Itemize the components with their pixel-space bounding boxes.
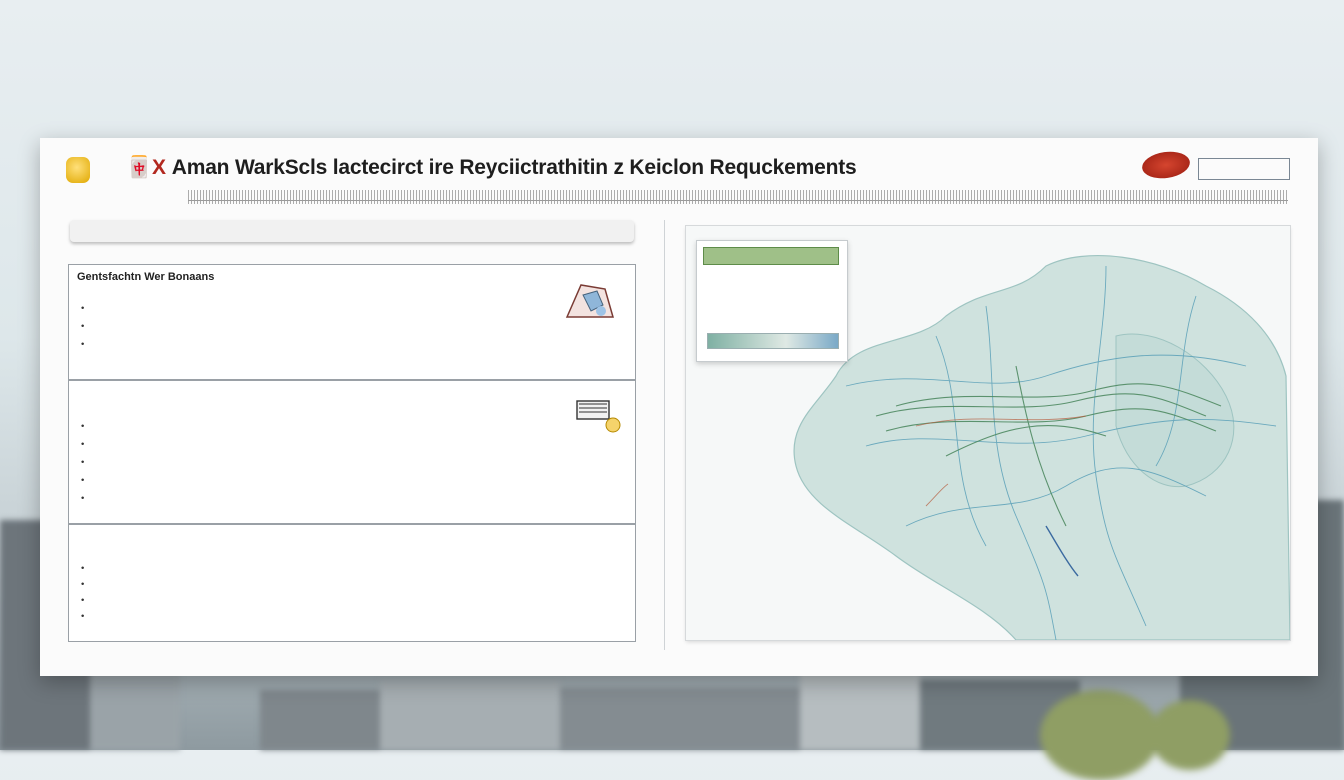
map-legend <box>696 240 848 362</box>
list-item <box>81 303 92 314</box>
section-title: Gentsfachtn Wer Bonaans <box>77 271 215 283</box>
list-item <box>81 439 92 450</box>
list-item <box>81 563 92 574</box>
list-item <box>81 339 92 350</box>
red-seal-icon <box>1140 148 1192 182</box>
page-title: 🀄X Aman WarkScls lactecirct ire Reyciictr… <box>126 156 857 180</box>
title-divider <box>188 200 1288 201</box>
regional-map <box>686 226 1290 640</box>
tree <box>1040 690 1160 780</box>
legend-swatch <box>707 333 839 349</box>
section-card <box>68 380 636 524</box>
title-row: 🀄X Aman WarkScls lactecirct ire Reyciictr… <box>40 138 1318 213</box>
list-item <box>81 579 92 590</box>
list-item <box>81 321 92 332</box>
list-item <box>81 611 92 622</box>
list-item <box>81 421 92 432</box>
subheader-bar <box>70 220 634 242</box>
list-item <box>81 595 92 606</box>
building <box>380 680 560 750</box>
section-card <box>68 524 636 642</box>
title-fine-print <box>188 190 1288 204</box>
title-text: Aman WarkScls lactecirct ire Reyciictrat… <box>171 156 857 179</box>
requirements-board: 🀄X Aman WarkScls lactecirct ire Reyciictr… <box>40 138 1318 676</box>
worker-safety-icon <box>565 284 614 318</box>
machinery-icon <box>576 400 621 433</box>
building <box>260 690 400 750</box>
tree <box>1150 700 1230 770</box>
column-divider <box>664 220 665 650</box>
list-item <box>81 457 92 468</box>
legend-title <box>703 247 839 265</box>
list-item <box>81 475 92 486</box>
building <box>560 688 800 750</box>
list-item <box>81 493 92 504</box>
header-badge <box>1198 158 1290 180</box>
title-mark: 🀄X <box>126 156 166 179</box>
section-card: Gentsfachtn Wer Bonaans <box>68 264 636 380</box>
gold-emblem-icon <box>66 157 90 183</box>
